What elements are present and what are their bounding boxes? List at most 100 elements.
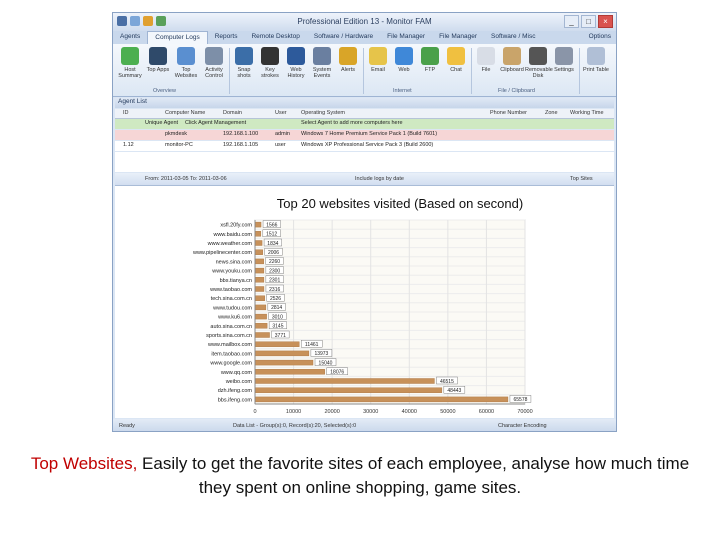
bar — [254, 378, 435, 384]
table-row[interactable]: Unique Agent Click Agent Management Sele… — [115, 119, 614, 129]
col-id[interactable]: ID — [123, 110, 129, 116]
category-label: dzh.ifeng.com — [218, 388, 253, 394]
chart-toolbar: From: 2011-03-05 To: 2011-03-06 Include … — [115, 173, 614, 186]
bar — [254, 295, 265, 301]
data-label: 46515 — [440, 379, 454, 385]
clipboard-button[interactable]: Clipboard — [499, 47, 525, 73]
tab-computer-logs[interactable]: Computer Logs — [147, 31, 208, 44]
encoding-selector[interactable]: Character Encoding — [498, 423, 547, 429]
bar — [254, 341, 300, 347]
x-tick-label: 0 — [253, 409, 256, 415]
window-title: Professional Edition 13 - Monitor FAM — [297, 17, 432, 26]
alerts-button[interactable]: Alerts — [335, 47, 361, 73]
x-tick-label: 10000 — [286, 409, 301, 415]
chat-button[interactable]: Chat — [443, 47, 469, 73]
data-label: 15040 — [319, 360, 333, 366]
category-label: www.baidu.com — [212, 232, 252, 238]
col-os[interactable]: Operating System — [301, 110, 345, 116]
bar — [254, 369, 325, 375]
system-events-button[interactable]: System Events — [309, 47, 335, 79]
tab-file-manager[interactable]: File Manager — [380, 31, 432, 44]
top-websites-button[interactable]: Top Websites — [173, 47, 199, 79]
ftp-button[interactable]: FTP — [417, 47, 443, 73]
top-sites-button[interactable]: Top Sites — [570, 176, 593, 182]
web-history-button[interactable]: Web History — [283, 47, 309, 79]
top-apps-icon — [149, 47, 167, 65]
bar — [254, 313, 267, 320]
bar — [254, 240, 263, 246]
ribbon-tabs: Agents Computer Logs Reports Remote Desk… — [113, 31, 616, 44]
file-icon — [477, 47, 495, 65]
category-label: bbs.tianya.cn — [220, 278, 252, 284]
clipboard-icon — [503, 47, 521, 65]
data-label: 3010 — [272, 314, 283, 320]
col-phone[interactable]: Phone Number — [490, 110, 527, 116]
minimize-button[interactable]: _ — [564, 15, 579, 28]
data-label: 3771 — [275, 333, 286, 339]
removable-disk-button[interactable]: Removable Disk — [525, 47, 553, 79]
close-button[interactable]: × — [598, 15, 613, 28]
data-label: 1566 — [266, 222, 277, 228]
data-label: 1512 — [266, 232, 277, 238]
tab-reports[interactable]: Reports — [208, 31, 245, 44]
snapshots-button[interactable]: Snap shots — [231, 47, 257, 79]
host-summary-button[interactable]: Host Summary — [117, 47, 143, 79]
settings-button[interactable]: Settings — [551, 47, 577, 73]
group-file-clipboard: File / Clipboard — [498, 88, 535, 94]
group-internet: Internet — [393, 88, 412, 94]
email-button[interactable]: Email — [365, 47, 391, 73]
category-label: weibo.com — [225, 379, 253, 385]
keystrokes-button[interactable]: Key strokes — [257, 47, 283, 79]
web-button[interactable]: Web — [391, 47, 417, 73]
data-label: 18076 — [330, 370, 344, 376]
print-table-button[interactable]: Print Table — [583, 47, 609, 73]
col-computer-name[interactable]: Computer Name — [165, 110, 205, 116]
ribbon: Host Summary Top Apps Top Websites Activ… — [113, 44, 616, 97]
bar — [254, 267, 265, 274]
ftp-icon — [421, 47, 439, 65]
category-label: www.mailbox.com — [207, 342, 252, 348]
include-logs-checkbox[interactable]: Include logs by date — [355, 176, 404, 182]
x-tick-label: 70000 — [517, 409, 532, 415]
caption-highlight: Top Websites, — [30, 454, 138, 473]
bar — [254, 396, 509, 403]
tab-software-hardware[interactable]: Software / Hardware — [307, 31, 380, 44]
activity-control-button[interactable]: Activity Control — [201, 47, 227, 79]
category-label: auto.sina.com.cn — [210, 324, 252, 330]
caption: Top Websites, Easily to get the favorite… — [20, 452, 700, 500]
category-label: item.taobao.com — [211, 351, 252, 357]
x-tick-label: 50000 — [440, 409, 455, 415]
col-working-time[interactable]: Working Time — [570, 110, 604, 116]
bar — [254, 350, 310, 357]
chat-icon — [447, 47, 465, 65]
top-apps-button[interactable]: Top Apps — [145, 47, 171, 73]
bar — [254, 231, 262, 237]
col-user[interactable]: User — [275, 110, 287, 116]
host-summary-icon — [121, 47, 139, 65]
bar — [254, 323, 268, 329]
tab-remote-desktop[interactable]: Remote Desktop — [244, 31, 306, 44]
tab-agents[interactable]: Agents — [113, 31, 147, 44]
file-button[interactable]: File — [473, 47, 499, 73]
tab-file-manager-2[interactable]: File Manager — [432, 31, 484, 44]
app-screenshot: Professional Edition 13 - Monitor FAM _ … — [112, 12, 617, 432]
data-label: 65578 — [513, 397, 527, 403]
date-range[interactable]: From: 2011-03-05 To: 2011-03-06 — [145, 176, 227, 182]
col-zone[interactable]: Zone — [545, 110, 558, 116]
bar — [254, 286, 265, 292]
table-row[interactable]: 1.12 monitor-PC 192.168.1.105 user Windo… — [115, 141, 614, 151]
camera-icon — [235, 47, 253, 65]
data-label: 2814 — [271, 305, 282, 311]
data-label: 1834 — [267, 241, 278, 247]
col-domain[interactable]: Domain — [223, 110, 242, 116]
activity-control-icon — [205, 47, 223, 65]
tab-software-misc[interactable]: Software / Misc — [484, 31, 542, 44]
events-icon — [313, 47, 331, 65]
data-label: 2300 — [269, 268, 280, 274]
options-menu[interactable]: Options — [584, 31, 616, 44]
maximize-button[interactable]: □ — [581, 15, 596, 28]
gear-icon — [555, 47, 573, 65]
category-label: www.pipelinecenter.com — [192, 250, 252, 256]
table-row[interactable]: pkmdesk 192.168.1.100 admin Windows 7 Ho… — [115, 130, 614, 140]
category-label: www.youku.com — [211, 269, 252, 275]
